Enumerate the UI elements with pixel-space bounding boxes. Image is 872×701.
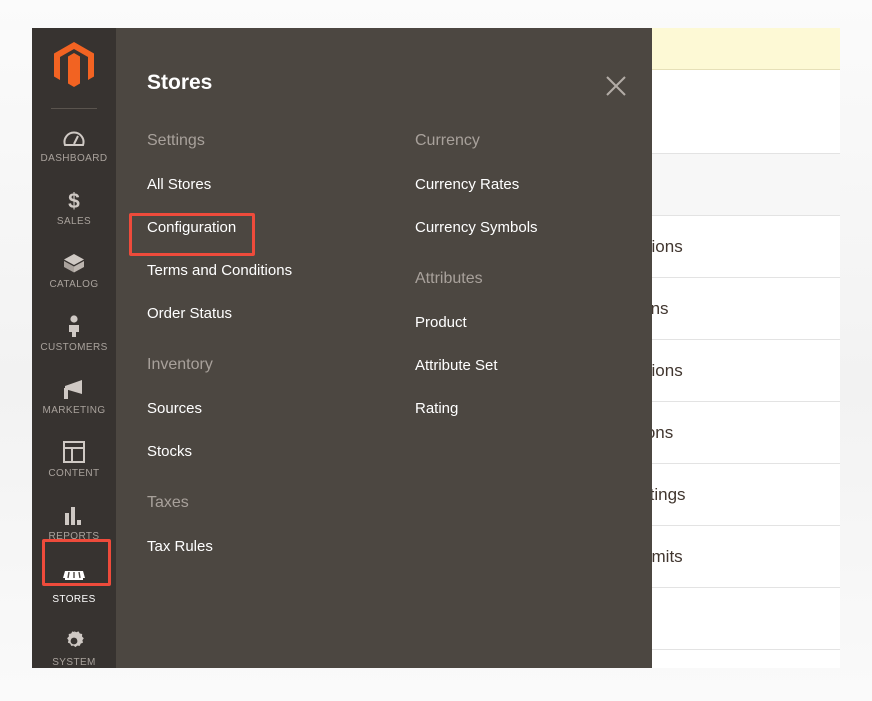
menu-link-currency-rates[interactable]: Currency Rates (415, 176, 652, 193)
admin-sidebar: DASHBOARD $ SALES CATALOG CUSTOMERS MARK… (32, 28, 116, 668)
menu-group-title: Attributes (415, 270, 483, 287)
dashboard-gauge-icon (63, 126, 85, 148)
menu-link-all-stores[interactable]: All Stores (147, 176, 384, 193)
sidebar-item-label: DASHBOARD (40, 152, 108, 164)
sidebar-item-label: SALES (56, 215, 92, 227)
box-icon (62, 252, 86, 274)
menu-columns: Settings All Stores Configuration Terms and… (116, 132, 652, 581)
menu-group: Currency Currency Rates Currency Symbols (415, 132, 652, 236)
sidebar-item-label: SYSTEM (52, 656, 96, 668)
close-x-icon (606, 76, 626, 96)
sidebar-item-label: STORES (52, 593, 96, 605)
layout-blocks-icon (63, 440, 85, 463)
person-icon (66, 314, 82, 337)
app-frame: running. ries Optionsts Optionsges Optio… (0, 0, 872, 701)
menu-group-title: Settings (147, 132, 205, 149)
menu-link-rating[interactable]: Rating (415, 400, 652, 417)
dollar-sign-icon: $ (66, 189, 82, 211)
menu-column-left: Settings All Stores Configuration Terms and… (116, 132, 384, 581)
menu-link-tax-rules[interactable]: Tax Rules (147, 538, 384, 555)
menu-link-terms-and-conditions[interactable]: Terms and Conditions (147, 262, 384, 279)
storefront-awning-icon (61, 567, 87, 589)
bar-chart-icon (63, 504, 85, 526)
menu-group-title: Currency (415, 132, 480, 149)
sidebar-item-stores[interactable]: STORES (32, 554, 116, 617)
sidebar-item-sales[interactable]: $ SALES (32, 176, 116, 239)
close-menu-button[interactable] (602, 72, 630, 100)
sidebar-item-catalog[interactable]: CATALOG (32, 239, 116, 302)
sidebar-divider-top (51, 108, 97, 109)
sidebar-item-reports[interactable]: REPORTS (32, 491, 116, 554)
menu-link-sources[interactable]: Sources (147, 400, 384, 417)
sidebar-item-label: CONTENT (48, 467, 100, 479)
menu-link-stocks[interactable]: Stocks (147, 443, 384, 460)
menu-group-title: Inventory (147, 356, 213, 373)
sidebar-item-label: CATALOG (49, 278, 99, 290)
gear-icon (63, 630, 85, 652)
sidebar-item-content[interactable]: CONTENT (32, 428, 116, 491)
menu-link-attribute-set[interactable]: Attribute Set (415, 357, 652, 374)
sidebar-item-label: CUSTOMERS (40, 341, 108, 353)
sidebar-item-customers[interactable]: CUSTOMERS (32, 302, 116, 365)
menu-link-currency-symbols[interactable]: Currency Symbols (415, 219, 652, 236)
menu-link-product[interactable]: Product (415, 314, 652, 331)
menu-title: Stores (147, 71, 213, 94)
svg-text:$: $ (68, 190, 80, 211)
sidebar-item-marketing[interactable]: MARKETING (32, 365, 116, 428)
menu-link-configuration[interactable]: Configuration (147, 219, 384, 236)
megaphone-icon (62, 378, 86, 400)
sidebar-item-system[interactable]: SYSTEM (32, 617, 116, 668)
menu-group: Settings All Stores Configuration Terms and… (147, 132, 384, 322)
menu-link-order-status[interactable]: Order Status (147, 305, 384, 322)
menu-column-right: Currency Currency Rates Currency Symbols At… (384, 132, 652, 581)
sidebar-item-dashboard[interactable]: DASHBOARD (32, 113, 116, 176)
menu-group: Inventory Sources Stocks (147, 356, 384, 460)
sidebar-item-label: REPORTS (48, 530, 100, 542)
sidebar-item-label: MARKETING (42, 404, 106, 416)
menu-group-title: Taxes (147, 494, 189, 511)
stores-flyout-menu: Stores Settings All Stores Configuration Te… (116, 28, 652, 668)
magento-logo-icon[interactable] (32, 28, 116, 102)
menu-group: Taxes Tax Rules (147, 494, 384, 555)
menu-group: Attributes Product Attribute Set Rating (415, 270, 652, 417)
